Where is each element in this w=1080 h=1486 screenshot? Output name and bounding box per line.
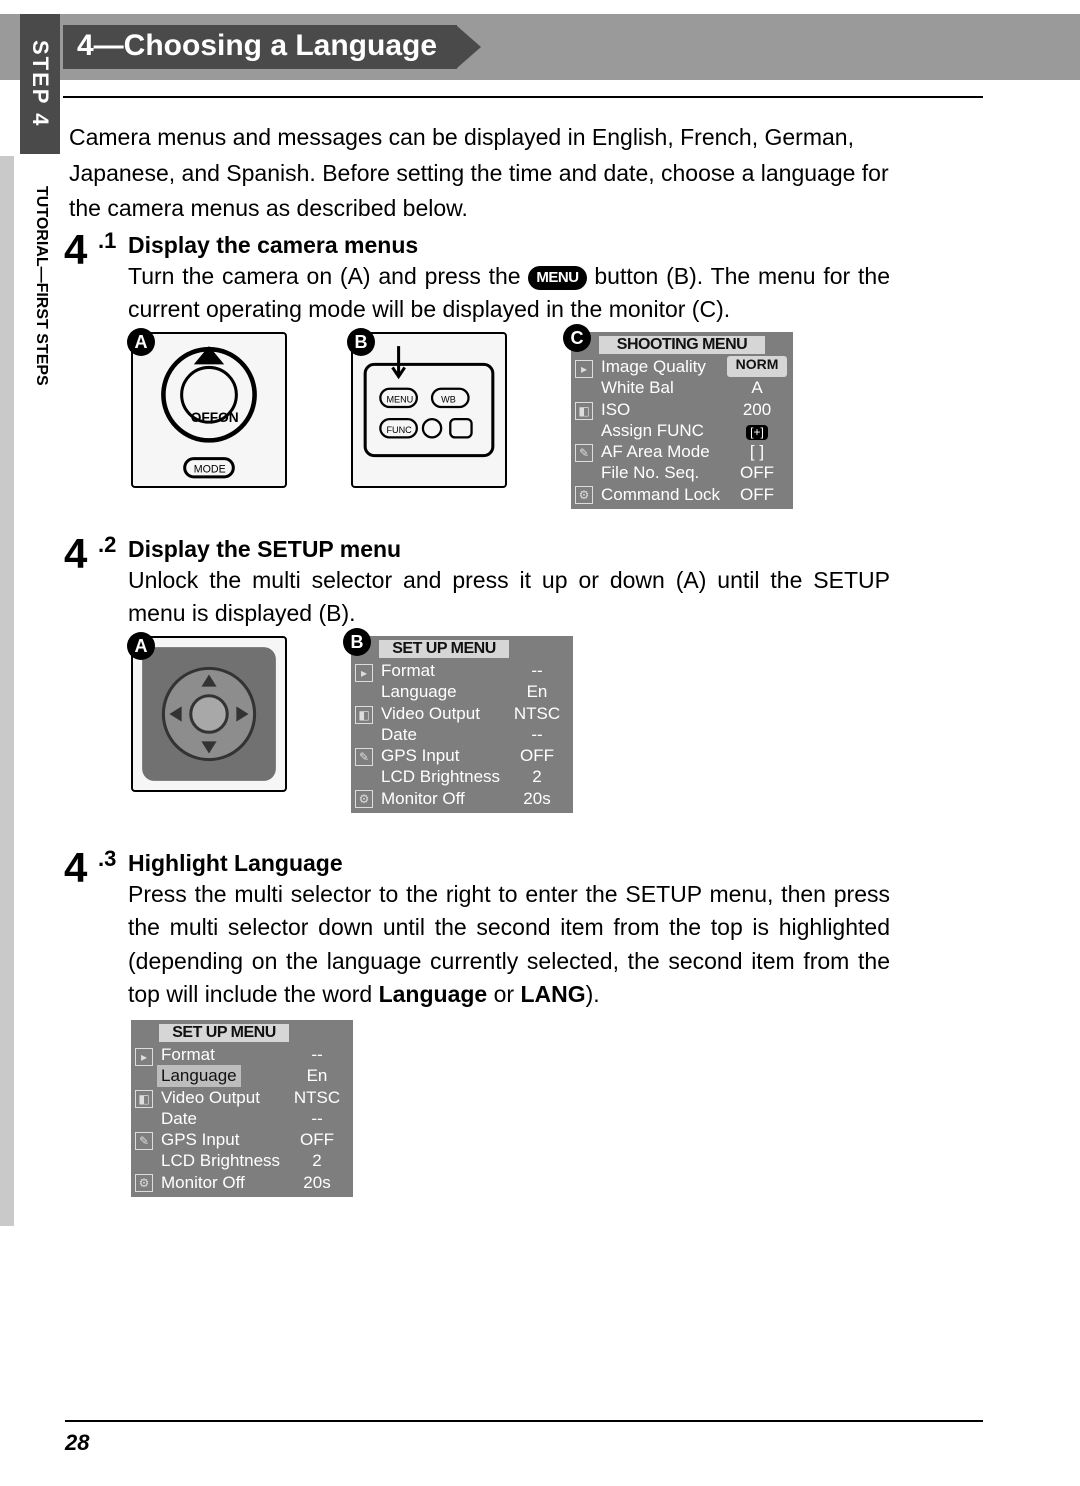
lcd-row-label: File No. Seq.	[577, 462, 699, 483]
figure-42-b: B SET UP MENU ▸◧✎⚙ Format-- LanguageEn V…	[351, 636, 573, 813]
left-margin-band	[0, 156, 14, 1226]
lcd-row-label: Video Output	[137, 1087, 260, 1108]
lcd-row-value: 2	[287, 1150, 347, 1171]
lcd-row-value: 20s	[507, 788, 567, 809]
lcd-row-value: OFF	[727, 462, 787, 483]
lcd-side-icons: ▸◧✎⚙	[355, 664, 375, 832]
lcd-row-value: --	[507, 724, 567, 745]
step-body-41: Turn the camera on (A) and press the MEN…	[128, 260, 890, 327]
step-title-43: Highlight Language	[128, 850, 343, 877]
lcd-side-icons: ▸◧✎⚙	[135, 1048, 155, 1216]
figure-letter-a2: A	[127, 632, 155, 660]
lcd-row-label: Command Lock	[577, 484, 720, 505]
svg-text:ON: ON	[218, 410, 239, 425]
lcd-row-value: --	[287, 1044, 347, 1065]
lcd-row-label: LCD Brightness	[357, 766, 500, 787]
svg-text:FUNC: FUNC	[386, 425, 412, 435]
lcd-row-label: Video Output	[357, 703, 480, 724]
camera-dial-icon: OFF ON MODE	[133, 334, 285, 486]
lcd-row-value: OFF	[507, 745, 567, 766]
lcd-setup-title-2: SET UP MENU	[159, 1024, 289, 1042]
lcd-row-value: --	[507, 660, 567, 681]
lcd-row-value: [+]	[746, 425, 768, 440]
figure-letter-a: A	[127, 328, 155, 356]
step-subnumber-41: .1	[98, 228, 116, 254]
step-number-43: 4	[64, 844, 87, 892]
page-number: 28	[65, 1430, 89, 1456]
menu-button-icon: MENU	[528, 266, 586, 291]
step43-text-c: ).	[586, 981, 600, 1007]
step-number-41: 4	[64, 226, 87, 274]
lcd-row-value: NORM	[727, 356, 787, 377]
step-title-41: Display the camera menus	[128, 232, 418, 259]
lcd-row-value: --	[287, 1108, 347, 1129]
step-body-43: Press the multi selector to the right to…	[128, 878, 890, 1011]
lcd-row-value: NTSC	[287, 1087, 347, 1108]
lcd-shooting-title: SHOOTING MENU	[599, 336, 765, 354]
step-body-42: Unlock the multi selector and press it u…	[128, 564, 890, 631]
camera-back-buttons-icon: MENU WB FUNC	[353, 334, 505, 486]
figure-41-c: C SHOOTING MENU ▸◧✎⚙ Image QualityNORM W…	[571, 332, 793, 509]
ribbon-title: 4—Choosing a Language	[63, 25, 457, 69]
lcd-row-value: [ ]	[727, 441, 787, 462]
lcd-row-label: AF Area Mode	[577, 441, 710, 462]
multi-selector-icon	[133, 638, 285, 790]
figure-41-b: B MENU WB FUNC	[351, 332, 507, 488]
lcd-row-value: 2	[507, 766, 567, 787]
svg-text:MODE: MODE	[194, 463, 226, 475]
lcd-row-value: NTSC	[507, 703, 567, 724]
lcd-row-value: 20s	[287, 1172, 347, 1193]
side-label: TUTORIAL—FIRST STEPS	[32, 186, 50, 386]
ribbon-arrow-icon	[457, 26, 481, 68]
step43-bold-2: LANG	[520, 981, 585, 1007]
lcd-row-label: Image Quality	[577, 356, 706, 377]
lcd-row-label-highlighted: Language	[157, 1065, 241, 1086]
figure-letter-c: C	[563, 324, 591, 352]
figure-41-a: A OFF ON MODE	[131, 332, 287, 488]
lcd-row-label: Assign FUNC	[577, 420, 704, 441]
step43-bold-1: Language	[379, 981, 488, 1007]
header-rule	[63, 96, 983, 98]
figure-42-a: A	[131, 636, 287, 792]
step41-text-a: Turn the camera on (A) and press the	[128, 263, 528, 289]
intro-paragraph: Camera menus and messages can be display…	[69, 120, 889, 227]
figure-letter-b: B	[347, 328, 375, 356]
lcd-row-value: 200	[727, 399, 787, 420]
step-tab: STEP 4	[20, 14, 60, 154]
lcd-side-icons: ▸◧✎⚙	[575, 360, 595, 528]
svg-text:MENU: MENU	[386, 394, 413, 404]
lcd-row-label: LCD Brightness	[137, 1150, 280, 1171]
lcd-row-value: En	[287, 1065, 347, 1086]
step43-text-b: or	[487, 981, 520, 1007]
step-number-42: 4	[64, 530, 87, 578]
lcd-setup-title: SET UP MENU	[379, 640, 509, 658]
footer-rule	[65, 1420, 983, 1422]
step-title-42: Display the SETUP menu	[128, 536, 401, 563]
section-ribbon: 4—Choosing a Language	[63, 26, 481, 68]
lcd-row-value: OFF	[727, 484, 787, 505]
lcd-row-value: OFF	[287, 1129, 347, 1150]
lcd-row-value: A	[727, 377, 787, 398]
svg-text:OFF: OFF	[191, 410, 218, 425]
figure-letter-b2: B	[343, 628, 371, 656]
lcd-row-value: En	[507, 681, 567, 702]
figure-43: SET UP MENU ▸◧✎⚙ Format-- LanguageEn Vid…	[131, 1020, 353, 1197]
svg-text:WB: WB	[441, 394, 456, 404]
step-subnumber-43: .3	[98, 846, 116, 872]
step-subnumber-42: .2	[98, 532, 116, 558]
